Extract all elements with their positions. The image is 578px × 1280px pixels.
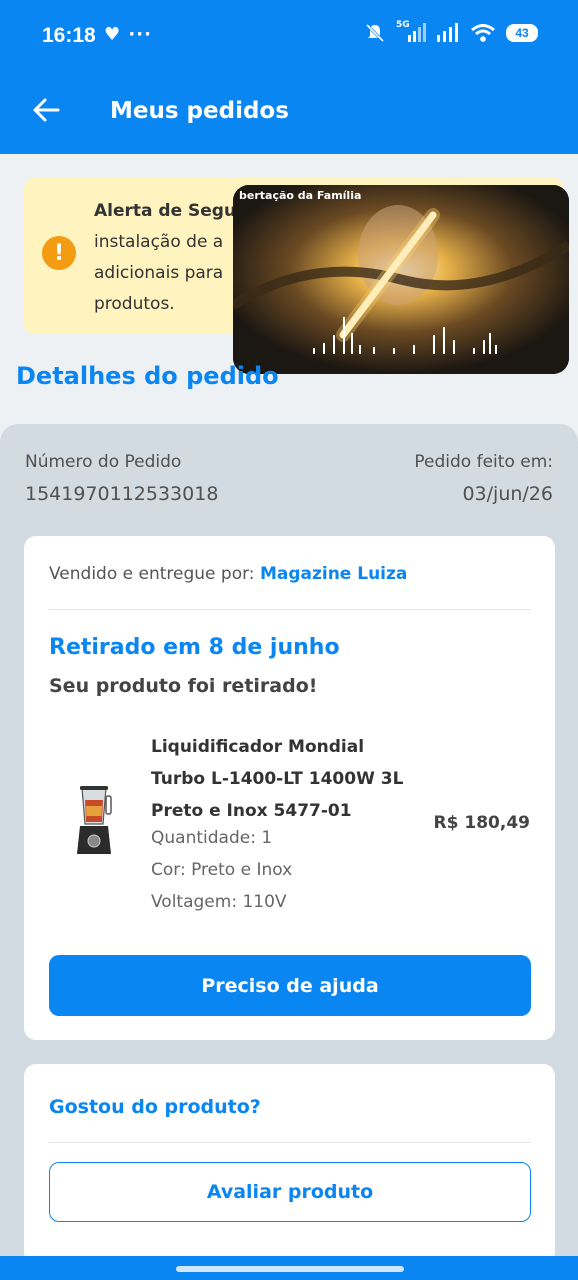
video-overlay[interactable]: bertação da Família	[233, 185, 569, 374]
signal-icon-2	[437, 23, 458, 42]
seller-name[interactable]: Magazine Luiza	[260, 564, 407, 584]
video-title: bertação da Família	[239, 189, 362, 202]
order-number-value: 1541970112533018	[25, 483, 219, 505]
review-prompt: Gostou do produto?	[49, 1096, 261, 1118]
order-number-label: Número do Pedido	[25, 452, 182, 472]
product-price: R$ 180,49	[433, 813, 530, 833]
signal-icon	[408, 23, 426, 42]
notification-icons: ♥ ···	[104, 24, 152, 45]
video-frame	[233, 185, 569, 374]
review-product-button[interactable]: Avaliar produto	[49, 1162, 531, 1222]
review-card: Gostou do produto? Avaliar produto	[24, 1064, 555, 1264]
cell-signal-5g: 5G	[396, 20, 426, 44]
mute-bell-icon	[365, 23, 385, 43]
divider	[49, 609, 531, 610]
back-button[interactable]	[26, 90, 66, 130]
arrow-left-icon	[33, 98, 60, 122]
status-right-icons: 5G 43	[364, 20, 538, 44]
home-indicator[interactable]	[176, 1266, 404, 1272]
delivery-status-title: Retirado em 8 de junho	[49, 635, 340, 660]
seller-prefix: Vendido e entregue por:	[49, 564, 255, 584]
order-date-value: 03/jun/26	[462, 483, 553, 505]
help-button[interactable]: Preciso de ajuda	[49, 955, 531, 1016]
divider	[49, 1142, 531, 1143]
section-title: Detalhes do pedido	[16, 362, 279, 390]
product-color: Cor: Preto e Inox	[151, 860, 293, 880]
product-name[interactable]: Liquidificador Mondial Turbo L-1400-LT 1…	[151, 731, 411, 827]
battery-indicator: 43	[506, 24, 538, 42]
delivery-status-subtitle: Seu produto foi retirado!	[49, 675, 318, 697]
warning-icon: !	[42, 236, 76, 270]
blender-product-image	[77, 786, 112, 854]
status-time: 16:18	[42, 24, 96, 47]
status-bar: 16:18 ♥ ··· 5G 43	[0, 0, 578, 72]
product-voltage: Voltagem: 110V	[151, 892, 287, 912]
wifi-icon	[471, 24, 495, 42]
page-title: Meus pedidos	[110, 98, 289, 124]
seller-line: Vendido e entregue por: Magazine Luiza	[49, 564, 407, 584]
app-bar: Meus pedidos	[0, 72, 578, 154]
order-item-card: Vendido e entregue por: Magazine Luiza R…	[24, 536, 555, 1040]
product-quantity: Quantidade: 1	[151, 828, 273, 848]
order-date-label: Pedido feito em:	[414, 452, 553, 472]
